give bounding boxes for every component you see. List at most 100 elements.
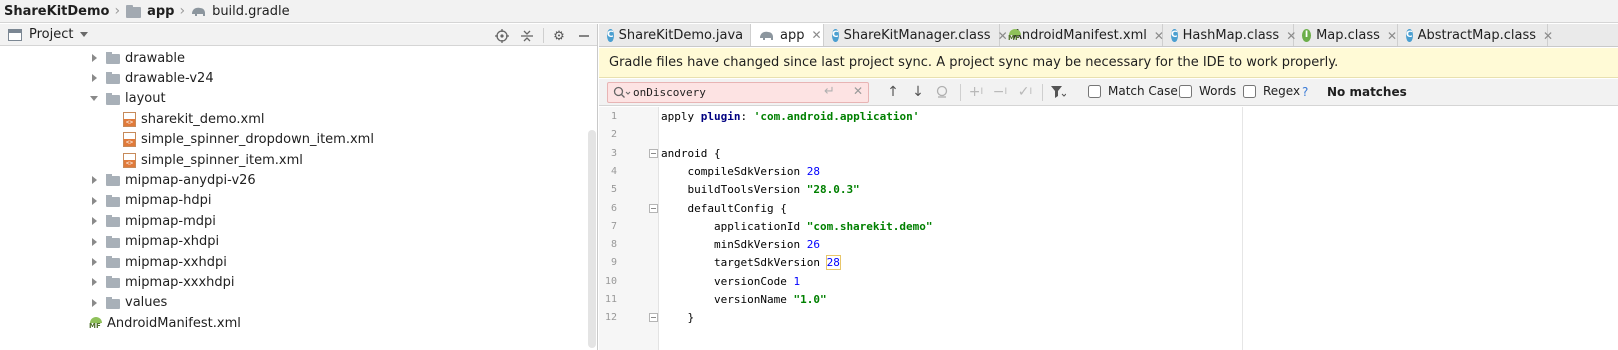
find-bar-divider bbox=[960, 84, 961, 101]
tree-file[interactable]: simple_spinner_dropdown_item.xml bbox=[123, 130, 374, 150]
chevron-right-icon[interactable] bbox=[89, 48, 99, 68]
tab-label: app bbox=[780, 27, 805, 43]
tree-folder[interactable]: drawable bbox=[89, 48, 185, 68]
tree-file[interactable]: sharekit_demo.xml bbox=[123, 109, 265, 129]
folder-icon bbox=[106, 215, 120, 228]
clear-search-icon[interactable]: ✕ bbox=[853, 84, 863, 98]
banner-message: Gradle files have changed since last pro… bbox=[609, 55, 1339, 70]
tree-item-label: sharekit_demo.xml bbox=[141, 111, 265, 127]
add-occurrence-icon[interactable]: + I bbox=[968, 84, 984, 100]
class-icon: C bbox=[1171, 29, 1178, 42]
close-icon[interactable]: ✕ bbox=[1387, 29, 1397, 43]
editor-area: C ShareKitDemo.java ✕ app ✕ C ShareKitManager.… bbox=[599, 24, 1618, 350]
tab-hashmap-class[interactable]: C HashMap.class ✕ bbox=[1163, 24, 1296, 46]
tree-file[interactable]: MF AndroidManifest.xml bbox=[89, 313, 241, 333]
search-icon[interactable] bbox=[613, 86, 631, 100]
remove-occurrence-icon[interactable]: − I bbox=[992, 84, 1008, 100]
tree-file[interactable]: simple_spinner_item.xml bbox=[123, 150, 303, 170]
tree-folder[interactable]: drawable-v24 bbox=[89, 68, 214, 88]
project-view-icon bbox=[8, 28, 22, 41]
tab-abstractmap-class[interactable]: C AbstractMap.class ✕ bbox=[1398, 24, 1553, 46]
tree-folder[interactable]: mipmap-hdpi bbox=[89, 191, 211, 211]
tree-folder[interactable]: layout bbox=[89, 89, 166, 109]
code-token: defaultConfig { bbox=[661, 201, 787, 215]
xml-file-icon bbox=[123, 152, 136, 168]
words-checkbox[interactable]: Words bbox=[1179, 84, 1236, 98]
close-icon[interactable]: ✕ bbox=[811, 28, 821, 42]
chevron-right-icon[interactable] bbox=[89, 68, 99, 88]
tab-sharekitmanager-class[interactable]: C ShareKitManager.class ✕ bbox=[824, 24, 1008, 46]
vertical-scrollbar[interactable] bbox=[588, 130, 596, 348]
fold-toggle-icon[interactable] bbox=[649, 148, 658, 158]
tree-folder[interactable]: mipmap-xhdpi bbox=[89, 232, 219, 252]
search-field[interactable]: ↵ ✕ bbox=[607, 82, 869, 103]
folder-icon bbox=[106, 194, 120, 207]
chevron-right-icon[interactable] bbox=[89, 211, 99, 231]
code-token: 'com.android.application' bbox=[753, 110, 920, 123]
chevron-right-icon[interactable] bbox=[89, 293, 99, 313]
tree-item-label: drawable-v24 bbox=[125, 70, 214, 86]
locate-file-icon[interactable] bbox=[494, 28, 510, 44]
breadcrumb-file[interactable]: build.gradle bbox=[191, 0, 290, 23]
regex-help-link[interactable]: ? bbox=[1302, 85, 1308, 99]
breadcrumb-module-label: app bbox=[147, 3, 175, 19]
hide-panel-icon[interactable] bbox=[576, 28, 592, 44]
chevron-right-icon[interactable] bbox=[89, 170, 99, 190]
tab-label: ShareKitManager.class bbox=[843, 28, 991, 43]
gear-icon[interactable]: ⚙ bbox=[551, 28, 567, 44]
code-text: compileSdkVersion 28 bbox=[661, 163, 819, 181]
code-line: 6 defaultConfig { bbox=[599, 200, 1618, 218]
code-token: targetSdkVersion bbox=[661, 256, 827, 270]
code-line: 8 minSdkVersion 26 bbox=[599, 236, 1618, 254]
project-view-selector[interactable]: Project bbox=[29, 27, 73, 42]
code-text: applicationId "com.sharekit.demo" bbox=[661, 218, 933, 236]
tree-folder[interactable]: mipmap-xxxhdpi bbox=[89, 272, 235, 292]
header-divider bbox=[543, 28, 544, 43]
tab-label: AndroidManifest.xml bbox=[1013, 28, 1147, 43]
code-token: plugin bbox=[700, 110, 741, 123]
search-input[interactable] bbox=[633, 86, 813, 99]
fold-toggle-icon[interactable] bbox=[649, 203, 658, 213]
tree-folder[interactable]: mipmap-anydpi-v26 bbox=[89, 170, 256, 190]
chevron-down-icon[interactable] bbox=[89, 89, 99, 109]
breadcrumb-module[interactable]: app bbox=[126, 0, 174, 23]
code-text: minSdkVersion 26 bbox=[661, 236, 820, 254]
line-number: 5 bbox=[610, 184, 617, 196]
tree-folder[interactable]: mipmap-mdpi bbox=[89, 211, 216, 231]
collapse-all-icon[interactable] bbox=[519, 28, 535, 44]
tree-folder[interactable]: values bbox=[89, 293, 167, 313]
code-token: apply bbox=[661, 110, 701, 123]
tree-item-label: mipmap-xxhdpi bbox=[125, 254, 227, 270]
chevron-right-icon[interactable] bbox=[89, 191, 99, 211]
navigation-bar: ShareKitDemo › app › build.gradle bbox=[0, 0, 1618, 23]
chevron-right-icon[interactable] bbox=[89, 252, 99, 272]
chevron-right-icon[interactable] bbox=[89, 272, 99, 292]
select-all-occurrences-icon[interactable]: ✓ I bbox=[1017, 84, 1033, 100]
newline-icon[interactable]: ↵ bbox=[824, 84, 835, 99]
match-case-input[interactable] bbox=[1088, 84, 1101, 98]
tab-sharekitdemo-java[interactable]: CShareKitDemo.java✕ bbox=[599, 24, 760, 46]
breadcrumb-project[interactable]: ShareKitDemo bbox=[4, 0, 109, 23]
code-text: versionCode 1 bbox=[661, 273, 800, 291]
close-icon[interactable]: ✕ bbox=[1543, 29, 1553, 43]
fold-toggle-icon[interactable] bbox=[649, 313, 658, 323]
match-case-checkbox[interactable]: Match Case bbox=[1088, 84, 1178, 98]
regex-checkbox[interactable]: Regex bbox=[1243, 84, 1300, 98]
code-line: 3 android { bbox=[599, 145, 1618, 163]
tree-folder[interactable]: mipmap-xxhdpi bbox=[89, 252, 227, 272]
code-line: 1 apply plugin: 'com.android.application' bbox=[599, 108, 1618, 126]
filter-icon[interactable] bbox=[1050, 84, 1066, 100]
find-all-icon[interactable] bbox=[934, 84, 950, 100]
tab-app[interactable]: app ✕ bbox=[751, 24, 824, 46]
next-occurrence-icon[interactable]: ↓ bbox=[910, 84, 926, 100]
tab-map-class[interactable]: I Map.class ✕ bbox=[1294, 24, 1398, 46]
project-tool-window: Project ⚙ drawable drawable-v24 layout shar… bbox=[0, 24, 598, 350]
words-input[interactable] bbox=[1179, 84, 1192, 98]
chevron-right-icon[interactable] bbox=[89, 232, 99, 252]
code-editor[interactable]: 1 apply plugin: 'com.android.application'… bbox=[599, 107, 1618, 350]
previous-occurrence-icon[interactable]: ↑ bbox=[885, 84, 901, 100]
tab-androidmanifest-xml[interactable]: MF AndroidManifest.xml ✕ bbox=[1000, 24, 1164, 46]
tab-label: HashMap.class bbox=[1182, 28, 1280, 43]
chevron-down-icon[interactable] bbox=[80, 32, 89, 37]
regex-input[interactable] bbox=[1243, 84, 1256, 98]
